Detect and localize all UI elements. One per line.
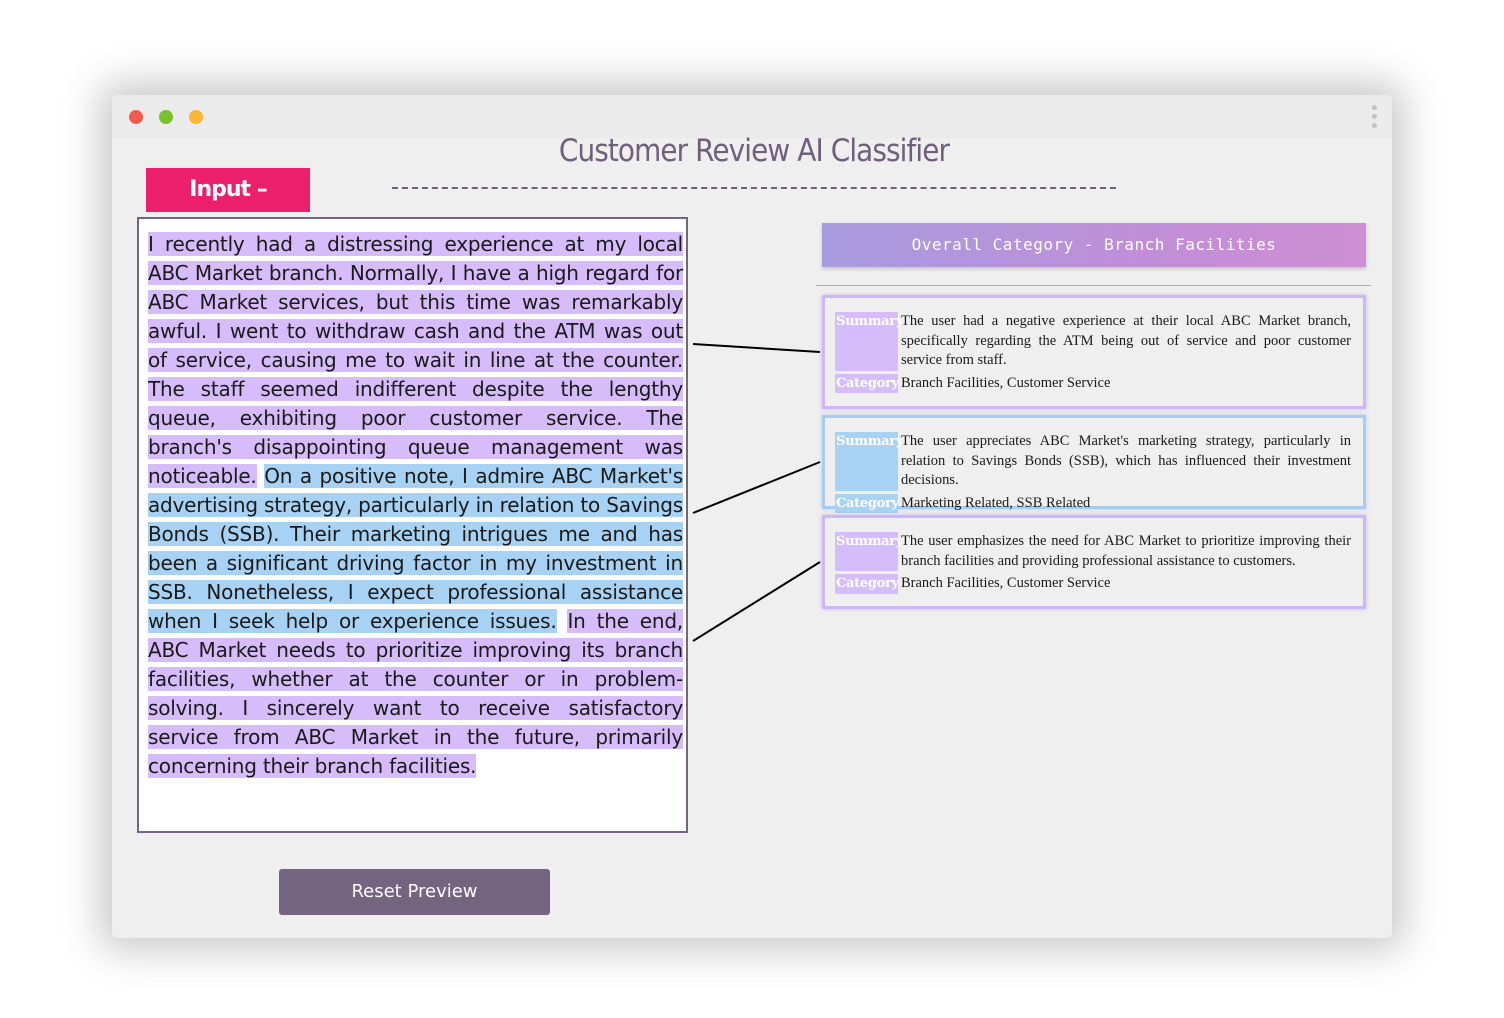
page-title: Customer Review AI Classifier [558, 133, 950, 169]
result-card-1: Summary The user had a negative experien… [822, 295, 1366, 409]
minimize-window-icon[interactable] [159, 110, 173, 124]
category-text: Marketing Related, SSB Related [901, 494, 1091, 511]
input-language-badge: Input – English [146, 168, 310, 246]
result-card-2: Summary The user appreciates ABC Market'… [822, 415, 1366, 513]
summary-text: The user had a negative experience at th… [901, 313, 1351, 368]
category-text: Branch Facilities, Customer Service [901, 575, 1111, 591]
card-category-row: Category Branch Facilities, Customer Ser… [835, 574, 1351, 594]
connector-line-1 [692, 343, 821, 353]
review-segment-2: On a positive note, I admire ABC Market'… [148, 464, 683, 633]
results-divider [816, 285, 1371, 286]
summary-text: The user appreciates ABC Market's market… [901, 433, 1351, 488]
review-input-box[interactable]: I recently had a distressing experience … [137, 217, 688, 833]
summary-tag: Summary [835, 312, 903, 371]
result-card-3: Summary The user emphasizes the need for… [822, 515, 1366, 609]
category-text: Branch Facilities, Customer Service [901, 374, 1111, 391]
connector-line-3 [692, 561, 821, 642]
card-summary-row: Summary The user appreciates ABC Market'… [835, 432, 1351, 491]
category-tag: Category [835, 373, 899, 393]
review-segment-gap-2 [557, 609, 568, 633]
reset-preview-button[interactable]: Reset Preview [279, 869, 550, 915]
review-text: I recently had a distressing experience … [148, 230, 683, 781]
title-divider [392, 187, 1116, 189]
close-window-icon[interactable] [129, 110, 143, 124]
review-segment-3: In the end, ABC Market needs to prioriti… [148, 609, 683, 778]
summary-tag: Summary [835, 432, 903, 491]
category-tag: Category [835, 574, 899, 594]
card-summary-row: Summary The user had a negative experien… [835, 312, 1351, 371]
overall-category-banner: Overall Category - Branch Facilities [822, 223, 1366, 267]
summary-text: The user emphasizes the need for ABC Mar… [901, 533, 1351, 569]
app-window: Customer Review AI Classifier Input – En… [112, 95, 1392, 938]
card-category-row: Category Branch Facilities, Customer Ser… [835, 373, 1351, 393]
category-tag: Category [835, 493, 899, 513]
maximize-window-icon[interactable] [189, 110, 203, 124]
connector-line-2 [692, 461, 821, 514]
card-category-row: Category Marketing Related, SSB Related [835, 493, 1351, 513]
card-summary-row: Summary The user emphasizes the need for… [835, 532, 1351, 571]
summary-tag: Summary [835, 532, 903, 571]
kebab-menu-icon[interactable] [1368, 105, 1380, 131]
review-segment-1: I recently had a distressing experience … [148, 232, 683, 488]
